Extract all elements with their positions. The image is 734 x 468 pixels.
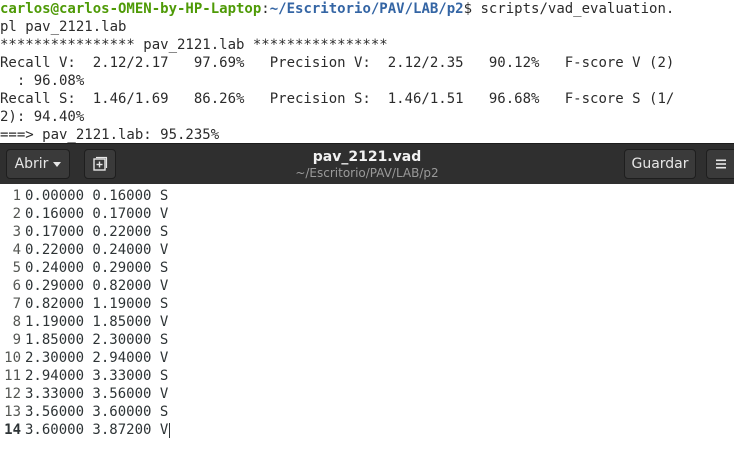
line-text: 3.33000 3.56000 V (25, 386, 169, 402)
line-text: 3.56000 3.60000 S (25, 404, 169, 420)
line-number: 14 (4, 422, 21, 438)
line-text: 0.00000 0.16000 S (25, 188, 169, 204)
line-number: 3 (12, 224, 21, 240)
terminal-line: 2): 94.40% (0, 109, 85, 125)
line-number: 7 (12, 296, 21, 312)
line-text: 2.30000 2.94000 V (25, 350, 169, 366)
hamburger-menu-icon (715, 159, 726, 169)
line-number: 5 (12, 260, 21, 276)
line-text: 0.29000 0.82000 V (25, 278, 169, 294)
line-text: 0.22000 0.24000 V (25, 242, 169, 258)
line-number: 11 (4, 368, 21, 384)
line-text: 0.24000 0.29000 S (25, 260, 169, 276)
prompt-separator: : (261, 1, 270, 17)
prompt-command: scripts/vad_evaluation. (480, 1, 675, 17)
line-text: 0.82000 1.19000 S (25, 296, 169, 312)
prompt-user: carlos@carlos-OMEN-by-HP-Laptop (0, 1, 262, 17)
line-number: 1 (12, 188, 21, 204)
editor-text-area[interactable]: 1 0.00000 0.16000 S 2 0.16000 0.17000 V 30… (0, 184, 734, 468)
terminal-output[interactable]: carlos@carlos-OMEN-by-HP-Laptop:~/Escrit… (0, 0, 734, 143)
line-number: 13 (4, 404, 21, 420)
terminal-line: **************** pav_2121.lab **********… (0, 37, 388, 53)
terminal-line: pl pav_2121.lab (0, 19, 127, 35)
line-text: 0.16000 0.17000 V (25, 206, 169, 222)
line-text: 1.85000 2.30000 S (25, 332, 169, 348)
editor-header-bar: Abrir pav_2121.vad ~/Escritorio/PAV/LAB/… (0, 143, 734, 184)
line-number: 4 (12, 242, 21, 258)
terminal-line: Recall S: 1.46/1.69 86.26% Precision S: … (0, 91, 675, 107)
terminal-line: : 96.08% (0, 73, 85, 89)
line-number: 12 (4, 386, 21, 402)
line-number: 2 (12, 206, 21, 222)
text-cursor (169, 422, 171, 438)
line-number: 10 (4, 350, 21, 366)
line-text: 2.94000 3.33000 S (25, 368, 169, 384)
line-text: 1.19000 1.85000 V (25, 314, 169, 330)
prompt-path: ~/Escritorio/PAV/LAB/p2 (269, 1, 464, 17)
line-number: 8 (12, 314, 21, 330)
menu-button[interactable] (706, 149, 734, 179)
terminal-line: ===> pav_2121.lab: 95.235% (0, 127, 220, 143)
line-text: 0.17000 0.22000 S (25, 224, 169, 240)
line-number: 9 (12, 332, 21, 348)
line-number: 6 (12, 278, 21, 294)
line-text: 3.60000 3.87200 V (25, 422, 169, 438)
save-button[interactable]: Guardar (624, 149, 696, 179)
line-text-current: 3.60000 3.87200 V (25, 421, 171, 439)
prompt-symbol: $ (463, 1, 481, 17)
terminal-line: Recall V: 2.12/2.17 97.69% Precision V: … (0, 55, 675, 71)
terminal-prompt-line: carlos@carlos-OMEN-by-HP-Laptop:~/Escrit… (0, 0, 674, 18)
